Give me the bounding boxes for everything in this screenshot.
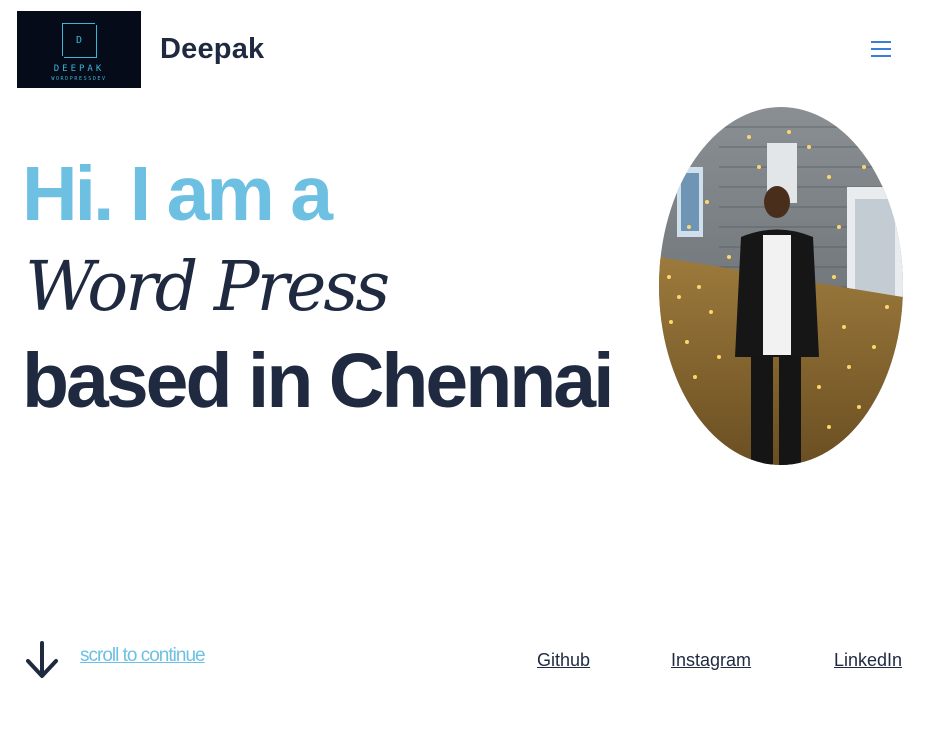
hamburger-menu-icon[interactable]	[867, 38, 895, 62]
github-link[interactable]: Github	[537, 650, 590, 671]
hero-role: Word Press	[25, 248, 390, 327]
arrow-down-icon[interactable]	[24, 641, 60, 681]
instagram-link[interactable]: Instagram	[671, 650, 751, 671]
site-logo[interactable]: D DEEPAK WORDPRESSDEV	[17, 11, 141, 88]
logo-letter: D	[75, 35, 83, 46]
logo-name: DEEPAK	[53, 64, 105, 74]
hero-greeting: Hi. I am a	[22, 151, 333, 237]
hero-location: based in Chennai	[22, 338, 615, 424]
logo-tagline: WORDPRESSDEV	[51, 76, 107, 82]
site-title[interactable]: Deepak	[160, 33, 264, 66]
scroll-to-continue-link[interactable]: scroll to continue	[80, 645, 206, 667]
profile-photo	[659, 107, 903, 465]
linkedin-link[interactable]: LinkedIn	[834, 650, 902, 671]
